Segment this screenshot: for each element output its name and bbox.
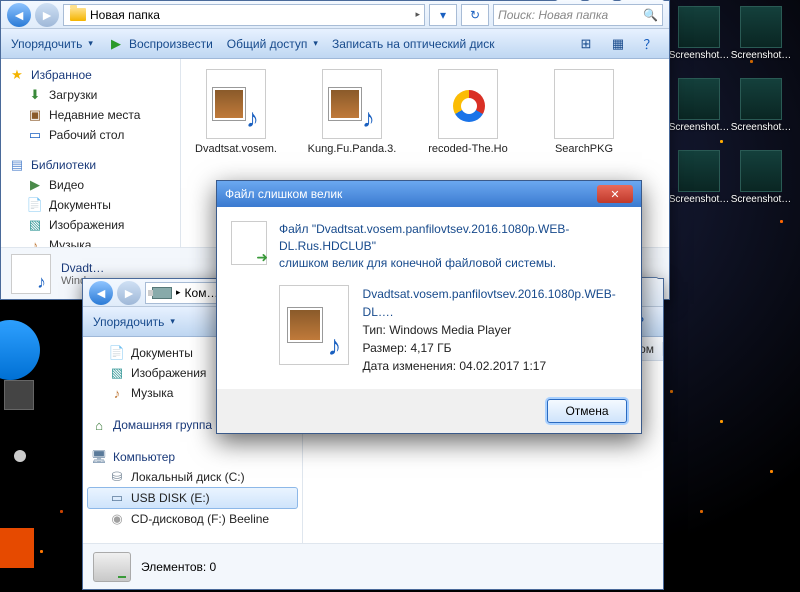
computer-group[interactable]: 🖥Компьютер: [87, 447, 298, 467]
file-item[interactable]: recoded-The.Ho: [423, 69, 513, 155]
tree-item-video[interactable]: ▶Видео: [5, 175, 176, 195]
forward-button[interactable]: ►: [35, 3, 59, 27]
hdd-icon: ⛁: [109, 469, 125, 485]
tree-item-local-disk[interactable]: ⛁Локальный диск (C:): [87, 467, 298, 487]
details-name: Dvadt…: [61, 261, 104, 275]
breadcrumb-label: Новая папка: [90, 8, 160, 22]
cd-icon: ◉: [109, 511, 125, 527]
burn-button[interactable]: Записать на оптический диск: [332, 37, 495, 51]
tree-item-usb-disk[interactable]: ▭USB DISK (E:): [87, 487, 298, 509]
usb-icon: [152, 287, 172, 299]
video-icon: ▶: [27, 177, 43, 193]
desktop-icon[interactable]: Screenshot…: [668, 146, 730, 218]
favorites-group[interactable]: ★Избранное: [5, 65, 176, 85]
tree-item-recent[interactable]: ▣Недавние места: [5, 105, 176, 125]
desktop-icon[interactable]: Screenshot…: [668, 2, 730, 74]
share-menu[interactable]: Общий доступ: [227, 37, 318, 51]
image-icon: ▧: [27, 217, 43, 233]
navigation-pane: ★Избранное ⬇Загрузки ▣Недавние места ▭Ра…: [1, 59, 181, 247]
breadcrumb-label: Ком…: [185, 286, 219, 300]
status-text: Элементов: 0: [141, 560, 216, 574]
forward-button[interactable]: ►: [117, 281, 141, 305]
star-icon: ★: [9, 67, 25, 83]
file-name: Dvadtsat.vosem.panfilovtsev.2016.1080p.W…: [363, 285, 627, 321]
file-thumbnail: [11, 254, 51, 294]
file-item[interactable]: SearchPKG: [539, 69, 629, 155]
file-metadata: Dvadtsat.vosem.panfilovtsev.2016.1080p.W…: [363, 285, 627, 375]
help-icon[interactable]: ？: [641, 35, 659, 53]
address-bar: ◄ ► Новая папка ▸ ▾ ↻ Поиск: Новая папка…: [1, 1, 669, 29]
desktop-icon[interactable]: Screenshot…: [730, 146, 792, 218]
breadcrumb[interactable]: Новая папка ▸: [63, 4, 425, 26]
music-icon: ♪: [109, 385, 125, 401]
usb-icon: ▭: [109, 490, 125, 506]
search-input[interactable]: Поиск: Новая папка 🔍: [493, 4, 663, 26]
copy-icon: [231, 221, 267, 265]
homegroup-icon: ⌂: [91, 417, 107, 433]
desktop-icon: ▭: [27, 127, 43, 143]
libraries-group[interactable]: ▤Библиотеки: [5, 155, 176, 175]
file-item[interactable]: Dvadtsat.vosem.: [191, 69, 281, 155]
cancel-button[interactable]: Отмена: [547, 399, 627, 423]
preview-pane-icon[interactable]: ▦: [609, 35, 627, 53]
drive-icon: [93, 552, 131, 582]
tree-item-images[interactable]: ▧Изображения: [5, 215, 176, 235]
dialog-titlebar[interactable]: Файл слишком велик ✕: [217, 181, 641, 207]
desktop-shortcut[interactable]: [0, 528, 34, 568]
chevron-down-icon[interactable]: ▸: [415, 9, 420, 20]
refresh-button[interactable]: ↻: [461, 4, 489, 26]
image-icon: ▧: [109, 365, 125, 381]
organize-menu[interactable]: Упорядочить: [11, 37, 93, 51]
tree-item-music[interactable]: ♪Музыка: [5, 235, 176, 247]
tree-item-desktop[interactable]: ▭Рабочий стол: [5, 125, 176, 145]
chrome-icon: [453, 90, 485, 122]
desktop-icons-group: Screenshot… Screenshot… Screenshot… Scre…: [668, 2, 798, 218]
recent-icon: ▣: [27, 107, 43, 123]
view-options-icon[interactable]: ⊞: [577, 35, 595, 53]
tree-item-documents[interactable]: 📄Документы: [5, 195, 176, 215]
play-icon: ▶: [107, 35, 125, 53]
desktop-icon[interactable]: Screenshot…: [730, 74, 792, 146]
search-icon: 🔍: [643, 8, 658, 22]
library-icon: ▤: [9, 157, 25, 173]
close-button[interactable]: ✕: [597, 185, 633, 203]
tree-item-cd[interactable]: ◉CD-дисковод (F:) Beeline: [87, 509, 298, 529]
tree-item-downloads[interactable]: ⬇Загрузки: [5, 85, 176, 105]
document-icon: 📄: [27, 197, 43, 213]
error-dialog: Файл слишком велик ✕ Файл "Dvadtsat.vose…: [216, 180, 642, 434]
folder-icon: [70, 8, 86, 21]
desktop-shortcut[interactable]: [4, 380, 34, 410]
computer-icon: 🖥: [91, 449, 107, 465]
back-button[interactable]: ◄: [89, 281, 113, 305]
dialog-title: Файл слишком велик: [225, 187, 342, 201]
status-bar: Элементов: 0: [83, 543, 663, 589]
desktop-shortcut[interactable]: [14, 450, 26, 462]
search-placeholder: Поиск: Новая папка: [498, 8, 608, 22]
music-icon: ♪: [27, 237, 43, 247]
breadcrumb-dropdown[interactable]: ▾: [429, 4, 457, 26]
dialog-message: Файл "Dvadtsat.vosem.panfilovtsev.2016.1…: [279, 221, 627, 271]
download-icon: ⬇: [27, 87, 43, 103]
desktop-icon[interactable]: Screenshot…: [668, 74, 730, 146]
organize-menu[interactable]: Упорядочить: [93, 315, 175, 329]
desktop-icon[interactable]: Screenshot…: [730, 2, 792, 74]
file-item[interactable]: Kung.Fu.Panda.3.: [307, 69, 397, 155]
back-button[interactable]: ◄: [7, 3, 31, 27]
document-icon: 📄: [109, 345, 125, 361]
play-button[interactable]: ▶Воспроизвести: [107, 35, 213, 53]
command-bar: Упорядочить ▶Воспроизвести Общий доступ …: [1, 29, 669, 59]
file-thumbnail: [279, 285, 349, 365]
